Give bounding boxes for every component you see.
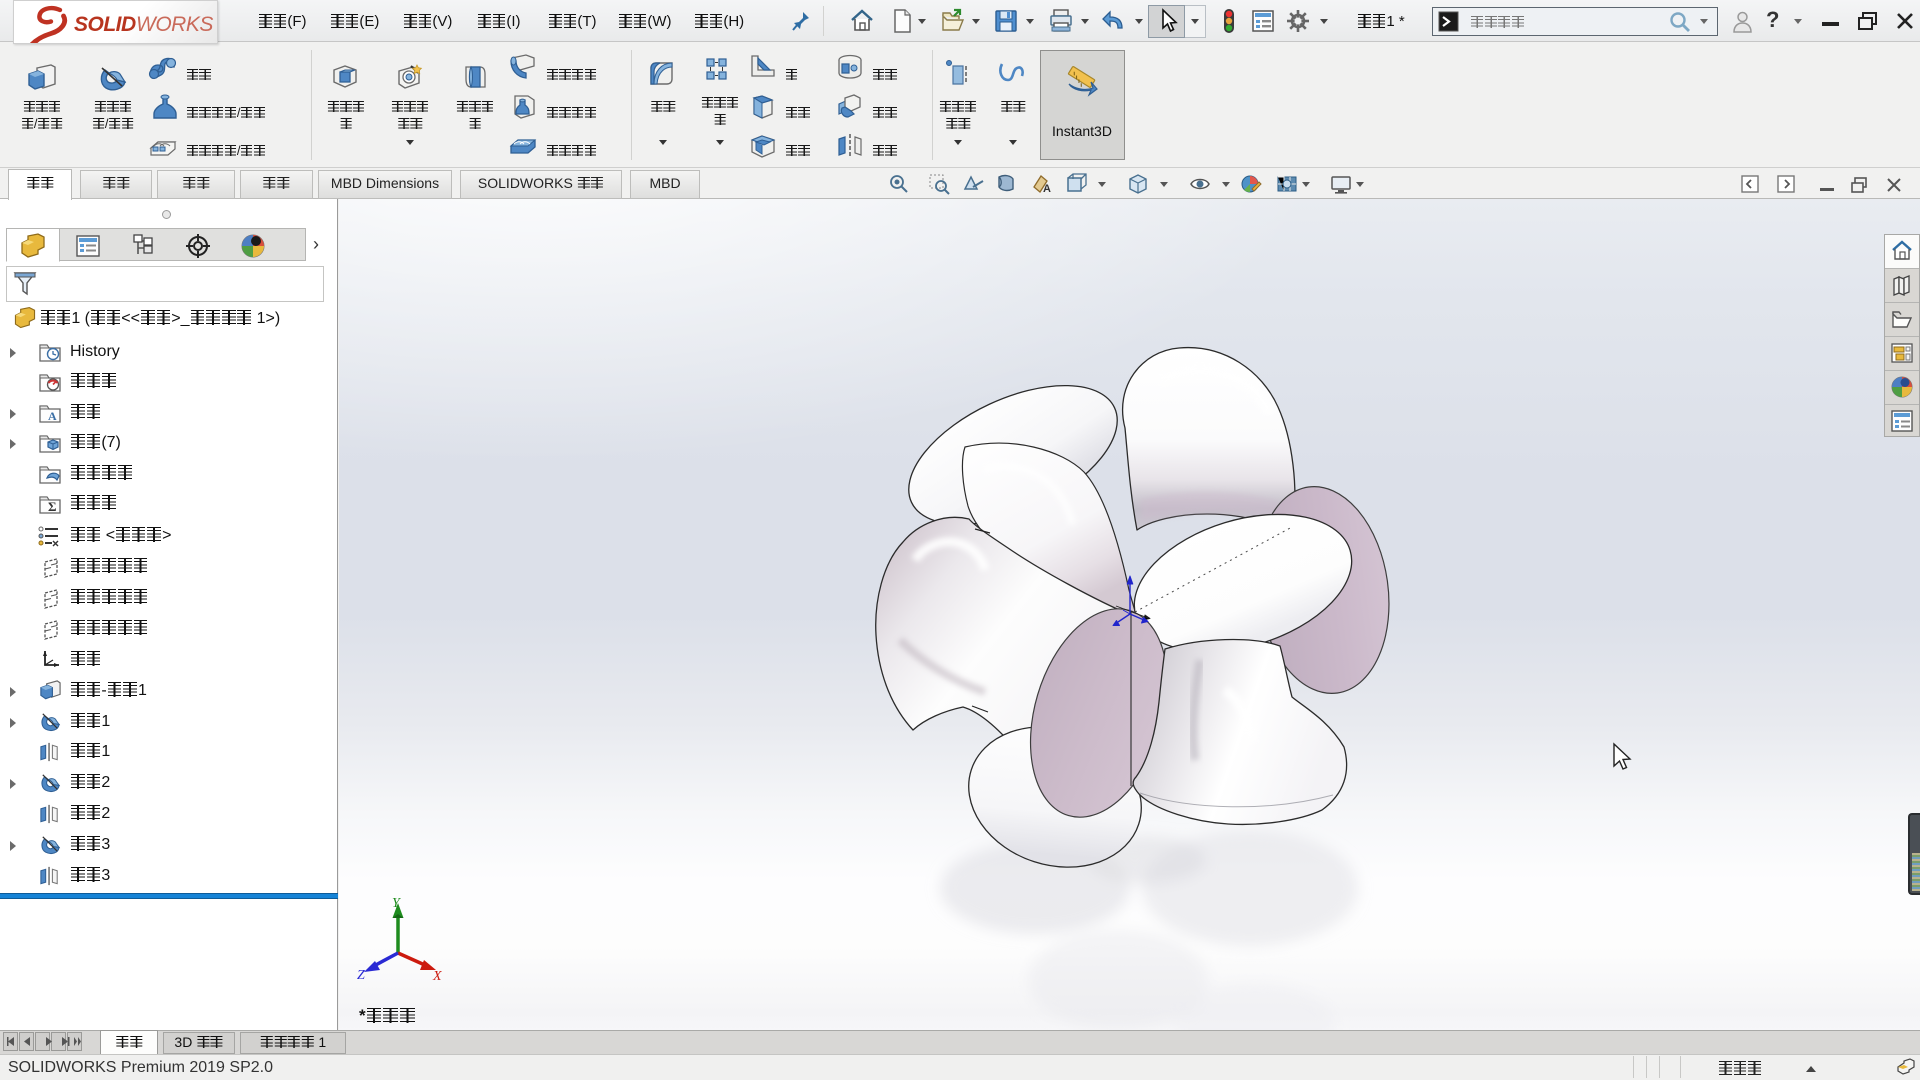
svg-text:A: A xyxy=(48,409,57,423)
svg-text:Z: Z xyxy=(357,968,365,981)
svg-text:Σ: Σ xyxy=(48,499,57,514)
svg-text:X: X xyxy=(432,969,442,981)
svg-text:Y: Y xyxy=(392,896,402,911)
svg-text:A: A xyxy=(1043,183,1051,195)
